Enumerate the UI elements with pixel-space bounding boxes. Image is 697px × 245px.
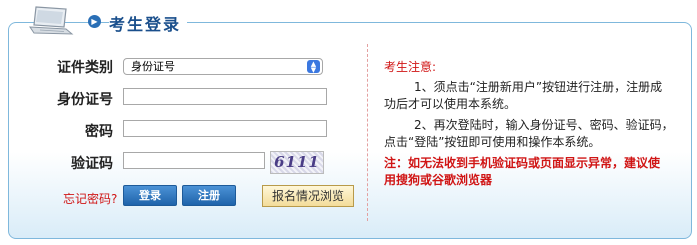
forgot-password-link[interactable]: 忘记密码? <box>63 190 117 207</box>
notice-item-2: 2、再次登陆时，输入身份证号、密码、验证码，点击“登陆”按钮即可使用和操作本系统… <box>384 118 674 149</box>
laptop-icon <box>29 6 74 35</box>
id-number-label: 身份证号 <box>57 92 113 108</box>
id-type-select[interactable]: 身份证号 ▲ ▼ <box>123 58 323 75</box>
notice-item-1: 1、须点击“注册新用户”按钮进行注册，注册成功后才可以使用本系统。 <box>384 80 663 111</box>
panel-divider <box>367 44 368 221</box>
notice-warning: 注：如无法收到手机验证码或页面显示异常，建议使用搜狗或谷歌浏览器 <box>384 156 661 187</box>
page-title: 考生登录 <box>109 11 188 35</box>
notice-title: 考生注意: <box>384 60 437 74</box>
register-button[interactable]: 注册 <box>182 185 236 206</box>
chevron-right-icon: ▶ <box>88 15 101 28</box>
panel-header: ▶ 考生登录 <box>0 0 697 36</box>
login-button[interactable]: 登录 <box>123 185 177 206</box>
captcha-label: 验证码 <box>71 156 113 172</box>
password-input[interactable] <box>123 120 327 137</box>
id-type-selected-value: 身份证号 <box>131 60 175 73</box>
password-label: 密码 <box>85 124 113 140</box>
captcha-input[interactable] <box>123 152 265 169</box>
select-arrows-icon: ▲ ▼ <box>307 60 320 74</box>
browse-registration-button[interactable]: 报名情况浏览 <box>262 185 354 207</box>
id-number-input[interactable] <box>123 88 327 105</box>
id-type-label: 证件类别 <box>57 60 113 76</box>
captcha-image[interactable]: 6111 <box>270 151 324 174</box>
